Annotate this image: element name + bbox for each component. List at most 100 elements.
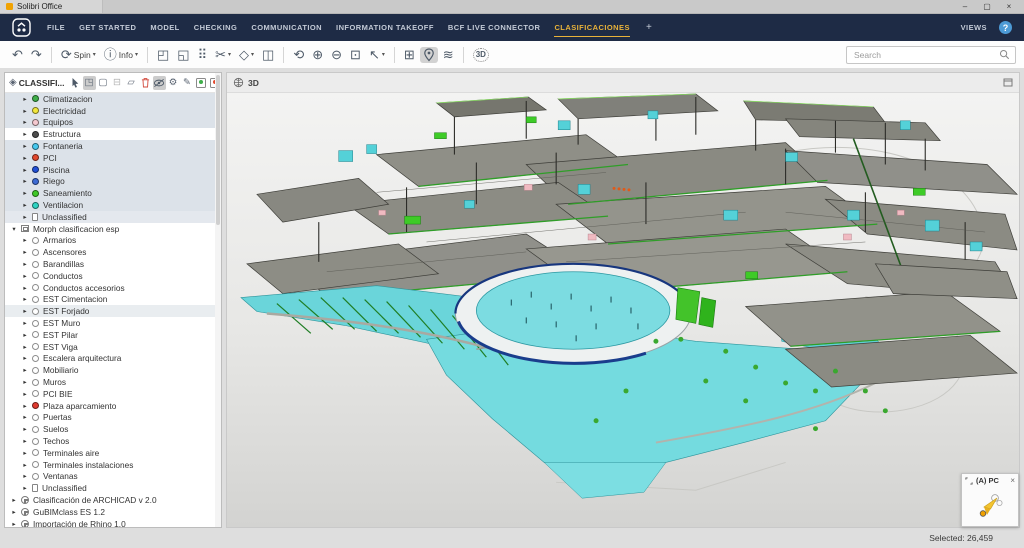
expand-icon[interactable] xyxy=(965,477,973,485)
tree-item-conductos-accesorios[interactable]: ▸Conductos accesorios xyxy=(5,282,221,294)
menu-item-model[interactable]: MODEL xyxy=(150,14,179,41)
tree-item-estructura[interactable]: ▸Estructura xyxy=(5,128,221,140)
chevron-collapsed-icon[interactable]: ▸ xyxy=(22,142,28,150)
tree-item-suelos[interactable]: ▸Suelos xyxy=(5,423,221,435)
chevron-collapsed-icon[interactable]: ▸ xyxy=(22,425,28,433)
sectioning-button[interactable]: ◇▾ xyxy=(236,46,257,63)
tree-item-ventilacion[interactable]: ▸Ventilacion xyxy=(5,199,221,211)
chevron-collapsed-icon[interactable]: ▸ xyxy=(22,484,28,492)
tree-item-climatizacion[interactable]: ▸Climatizacion xyxy=(5,93,221,105)
pick-button[interactable]: ↖▾ xyxy=(366,46,388,63)
tree-item-unclassified[interactable]: ▸Unclassified xyxy=(5,482,221,494)
app-tab[interactable]: Solibri Office xyxy=(0,0,103,13)
menu-item-clasificaciones[interactable]: CLASIFICACIONES xyxy=(554,14,630,41)
tree-item-plaza-aparcamiento[interactable]: ▸Plaza aparcamiento xyxy=(5,400,221,412)
chevron-collapsed-icon[interactable]: ▸ xyxy=(22,472,28,480)
tree-item-unclassified[interactable]: ▸Unclassified xyxy=(5,211,221,223)
chevron-collapsed-icon[interactable]: ▸ xyxy=(22,130,28,138)
chevron-collapsed-icon[interactable]: ▸ xyxy=(22,189,28,197)
tree-item-barandillas[interactable]: ▸Barandillas xyxy=(5,258,221,270)
chevron-collapsed-icon[interactable]: ▸ xyxy=(22,248,28,256)
zoom-rotate-button[interactable]: ⟲ xyxy=(290,46,307,63)
tree-item-ventanas[interactable]: ▸Ventanas xyxy=(5,471,221,483)
menu-item-information-takeoff[interactable]: INFORMATION TAKEOFF xyxy=(336,14,434,41)
views-button[interactable]: VIEWS xyxy=(961,23,987,32)
tree-item-clasificaci-n-de-archicad-v-2-0[interactable]: ▸Clasificación de ARCHICAD v 2.0 xyxy=(5,494,221,506)
delete-classification-button[interactable] xyxy=(139,76,152,90)
pc-close-icon[interactable]: × xyxy=(1010,476,1015,485)
tree-item-escalera-arquitectura[interactable]: ▸Escalera arquitectura xyxy=(5,353,221,365)
open-classification-button[interactable]: ▱ xyxy=(125,76,138,90)
scrollbar-thumb[interactable] xyxy=(216,75,220,225)
hide-unclassified-button[interactable] xyxy=(153,76,166,90)
tree-item-fontaneria[interactable]: ▸Fontaneria xyxy=(5,140,221,152)
chevron-collapsed-icon[interactable]: ▸ xyxy=(22,236,28,244)
undo-button[interactable]: ↶ xyxy=(9,46,26,63)
tree-item-terminales-instalaciones[interactable]: ▸Terminales instalaciones xyxy=(5,459,221,471)
chevron-collapsed-icon[interactable]: ▸ xyxy=(11,520,17,527)
chevron-collapsed-icon[interactable]: ▸ xyxy=(22,378,28,386)
chevron-collapsed-icon[interactable]: ▸ xyxy=(22,107,28,115)
tree-item-puertas[interactable]: ▸Puertas xyxy=(5,412,221,424)
chevron-collapsed-icon[interactable]: ▸ xyxy=(22,331,28,339)
spin-button[interactable]: ⟳Spin▾ xyxy=(58,46,99,63)
split-button[interactable]: ✂▾ xyxy=(212,46,234,63)
tree-item-conductos[interactable]: ▸Conductos xyxy=(5,270,221,282)
tree-item-armarios[interactable]: ▸Armarios xyxy=(5,235,221,247)
tree-item-electricidad[interactable]: ▸Electricidad xyxy=(5,105,221,117)
tree-item-terminales-aire[interactable]: ▸Terminales aire xyxy=(5,447,221,459)
chevron-collapsed-icon[interactable]: ▸ xyxy=(22,154,28,162)
chevron-collapsed-icon[interactable]: ▸ xyxy=(22,177,28,185)
chevron-collapsed-icon[interactable]: ▸ xyxy=(22,343,28,351)
menu-item-file[interactable]: FILE xyxy=(47,14,65,41)
tree-item-importaci-n-de-rhino-1-0[interactable]: ▸Importación de Rhino 1.0 xyxy=(5,518,221,527)
footprint-button[interactable] xyxy=(420,47,438,63)
tree-item-riego[interactable]: ▸Riego xyxy=(5,176,221,188)
tree-item-est-pilar[interactable]: ▸EST Pilar xyxy=(5,329,221,341)
tree-item-mobiliario[interactable]: ▸Mobiliario xyxy=(5,364,221,376)
search-box[interactable] xyxy=(846,46,1016,64)
layers-button[interactable]: ≋ xyxy=(440,46,457,63)
tree-item-est-cimentacion[interactable]: ▸EST Cimentacion xyxy=(5,294,221,306)
select-components-button[interactable]: ◰ xyxy=(154,46,172,63)
tree-item-piscina[interactable]: ▸Piscina xyxy=(5,164,221,176)
menu-item-bcf-live-connector[interactable]: BCF LIVE CONNECTOR xyxy=(448,14,541,41)
menu-item-get-started[interactable]: GET STARTED xyxy=(79,14,136,41)
curtain-grid-button[interactable]: ⊞ xyxy=(401,46,418,63)
settings-button[interactable]: ⚙ xyxy=(167,76,180,90)
chevron-collapsed-icon[interactable]: ▸ xyxy=(22,284,28,292)
info-button[interactable]: ⓘInfo▾ xyxy=(101,46,141,63)
select-similar-button[interactable]: ◱ xyxy=(174,46,192,63)
tree-item-pci[interactable]: ▸PCI xyxy=(5,152,221,164)
tree-item-equipos[interactable]: ▸Equipos xyxy=(5,117,221,129)
tree-item-morph-clasificacion-esp[interactable]: ▾Morph clasificacion esp xyxy=(5,223,221,235)
chevron-collapsed-icon[interactable]: ▸ xyxy=(22,413,28,421)
menu-item-item[interactable]: + xyxy=(646,14,652,41)
help-icon[interactable]: ? xyxy=(999,21,1012,34)
hide-components-button[interactable]: ⠿ xyxy=(195,46,211,63)
chevron-expanded-icon[interactable]: ▾ xyxy=(11,225,17,233)
minimize-button[interactable]: – xyxy=(954,0,976,13)
tree-item-gubimclass-es-1-2[interactable]: ▸GuBIMclass ES 1.2 xyxy=(5,506,221,518)
zoom-in-button[interactable]: ⊕ xyxy=(309,46,326,63)
3d-view-button[interactable]: 3D xyxy=(470,47,492,63)
edit-classification-button[interactable]: ✎ xyxy=(181,76,194,90)
chevron-collapsed-icon[interactable]: ▸ xyxy=(11,496,17,504)
chevron-collapsed-icon[interactable]: ▸ xyxy=(22,402,28,410)
pick-in-model-button[interactable] xyxy=(69,76,82,90)
3d-canvas[interactable] xyxy=(227,93,1019,527)
duplicate-classification-button[interactable]: ⊟ xyxy=(111,76,124,90)
tree-item-ascensores[interactable]: ▸Ascensores xyxy=(5,246,221,258)
chevron-collapsed-icon[interactable]: ▸ xyxy=(22,366,28,374)
chevron-collapsed-icon[interactable]: ▸ xyxy=(22,307,28,315)
zoom-extents-button[interactable]: ⊡ xyxy=(347,46,364,63)
section-box-button[interactable]: ◫ xyxy=(259,46,277,63)
chevron-collapsed-icon[interactable]: ▸ xyxy=(22,95,28,103)
menu-item-checking[interactable]: CHECKING xyxy=(194,14,238,41)
new-classification-button[interactable]: ▢ xyxy=(97,76,110,90)
tree-item-muros[interactable]: ▸Muros xyxy=(5,376,221,388)
panel-scrollbar[interactable] xyxy=(215,73,221,527)
tree-item-est-viga[interactable]: ▸EST Viga xyxy=(5,341,221,353)
redo-button[interactable]: ↷ xyxy=(28,46,45,63)
chevron-collapsed-icon[interactable]: ▸ xyxy=(22,295,28,303)
